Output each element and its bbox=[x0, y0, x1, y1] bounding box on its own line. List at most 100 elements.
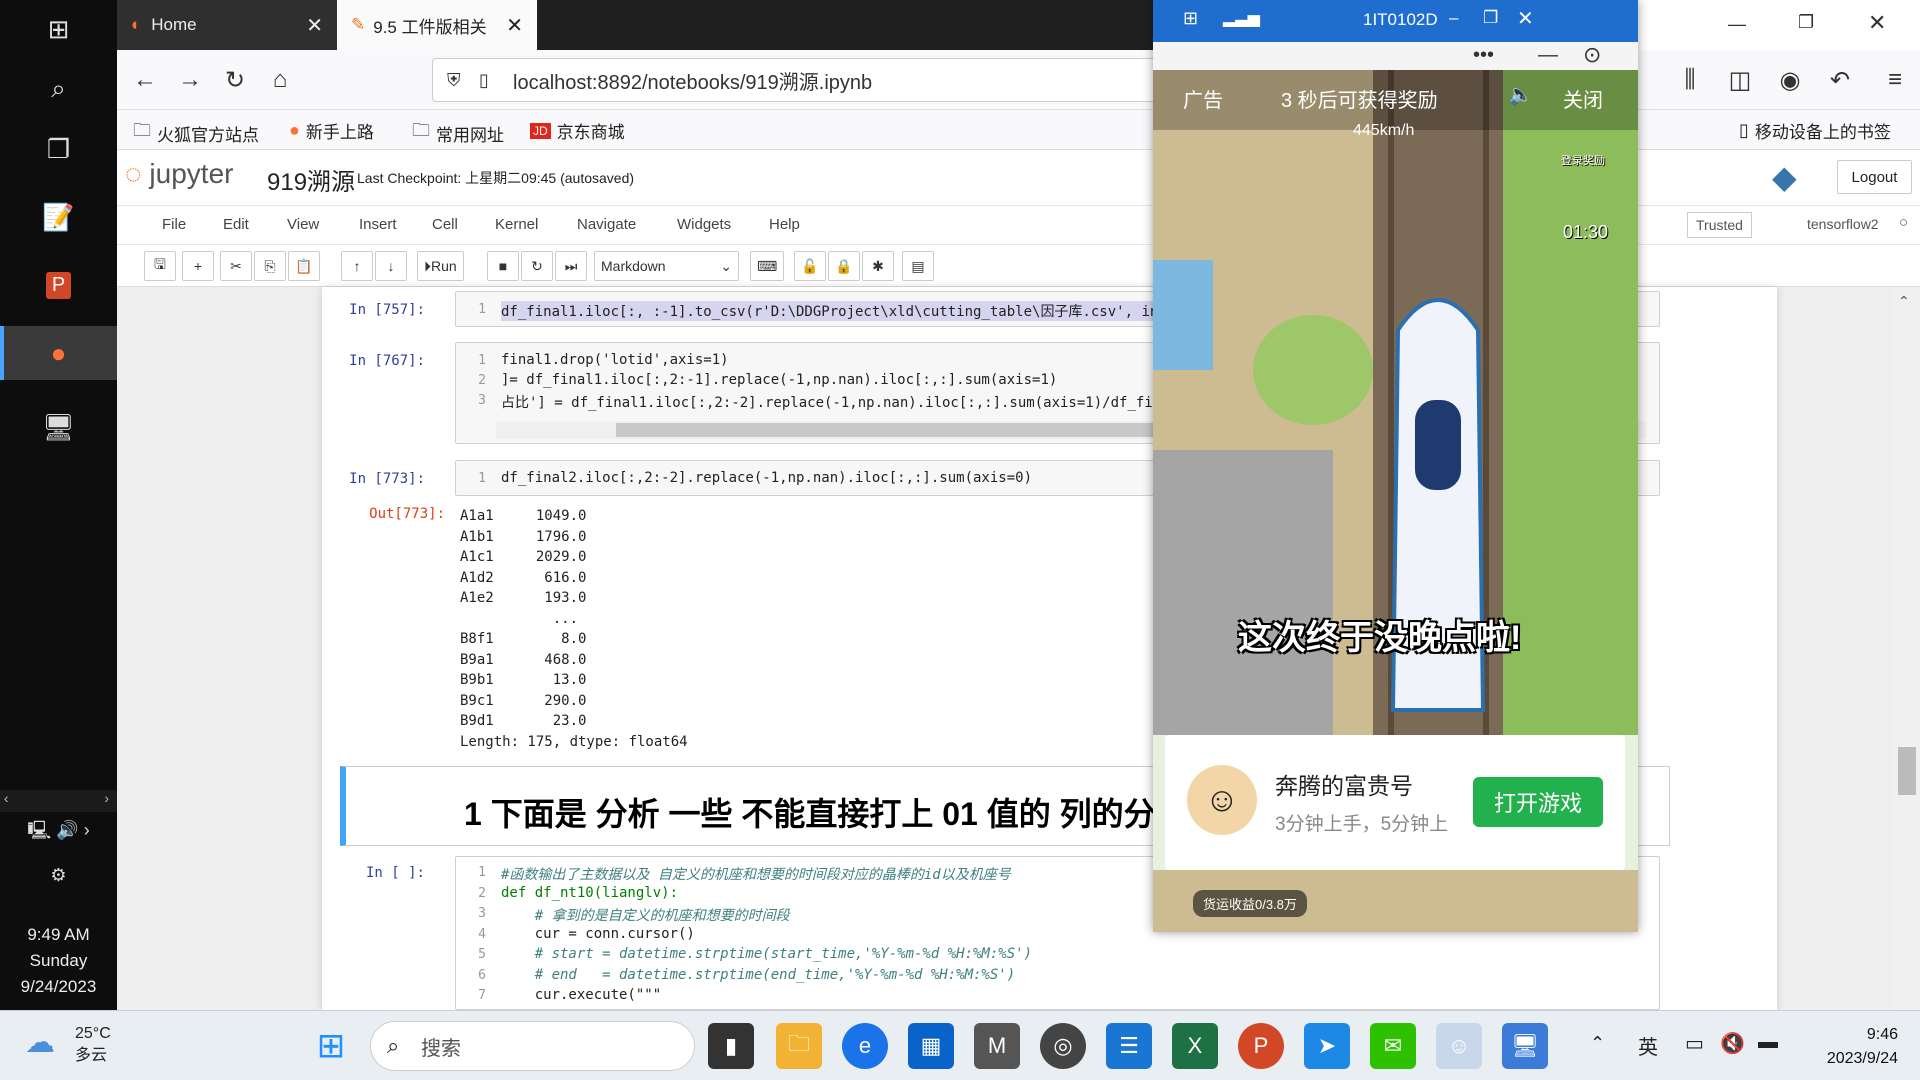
asterisk-icon[interactable]: ✱ bbox=[862, 251, 894, 281]
url-bar[interactable]: ⛨ ▯ localhost:8892/notebooks/919溯源.ipynb bbox=[432, 58, 1272, 102]
menu-help[interactable]: Help bbox=[769, 216, 800, 233]
account-icon[interactable]: ◉ bbox=[1772, 62, 1808, 98]
powerpoint-icon[interactable]: P bbox=[1238, 1023, 1284, 1069]
sidebar-icon[interactable]: ◫ bbox=[1722, 62, 1758, 98]
menu-cell[interactable]: Cell bbox=[432, 216, 458, 233]
edge-icon[interactable]: e bbox=[842, 1023, 888, 1069]
unlock-icon[interactable]: 🔓 bbox=[794, 251, 826, 281]
excel-icon[interactable]: X bbox=[1172, 1023, 1218, 1069]
save-icon[interactable]: 🖫 bbox=[144, 251, 176, 281]
move-up-icon[interactable]: ↑ bbox=[341, 251, 373, 281]
active-app-icon[interactable]: ☺ bbox=[1436, 1023, 1482, 1069]
menu-icon[interactable]: ≡ bbox=[1877, 62, 1913, 98]
volume-icon[interactable]: 🔇 bbox=[1720, 1031, 1745, 1056]
search-icon[interactable]: ⌕ bbox=[0, 62, 117, 116]
scroll-up-icon[interactable]: ⌃ bbox=[1898, 293, 1910, 310]
app-m-icon[interactable]: M bbox=[974, 1023, 1020, 1069]
wechat-icon[interactable]: ✉ bbox=[1370, 1023, 1416, 1069]
maximize-icon[interactable]: ⊞ bbox=[1183, 8, 1198, 29]
tab-notebook[interactable]: ✎ 9.5 工件版相关 ✕ bbox=[337, 0, 537, 50]
ad-card[interactable]: ☺ 奔腾的富贵号 3分钟上手，5分钟上 打开游戏 bbox=[1165, 735, 1625, 870]
windows-start-icon[interactable]: ⊞ bbox=[0, 2, 117, 56]
bookmark-item[interactable]: 🗀 火狐官方站点 bbox=[133, 118, 259, 148]
store-icon[interactable]: ▦ bbox=[908, 1023, 954, 1069]
run-button[interactable]: ⏵ Run bbox=[417, 251, 464, 281]
paste-icon[interactable]: 📋 bbox=[288, 251, 320, 281]
tray-clock[interactable]: 9:46 2023/9/24 bbox=[1827, 1023, 1898, 1071]
file-explorer-icon[interactable]: 🗀 bbox=[776, 1023, 822, 1069]
keyboard-icon[interactable]: ⌨ bbox=[750, 251, 785, 281]
tab-home[interactable]: ◐ Home ✕ bbox=[117, 0, 337, 50]
close-icon[interactable]: ✕ bbox=[1517, 6, 1534, 31]
notebook-title[interactable]: 919溯源 bbox=[267, 162, 355, 197]
bookmark-item[interactable]: 🗀 常用网址 bbox=[412, 118, 504, 148]
minimize-icon[interactable]: — bbox=[1538, 44, 1558, 67]
table-icon[interactable]: ▤ bbox=[902, 251, 934, 281]
app-circle-icon[interactable]: ◎ bbox=[1040, 1023, 1086, 1069]
powerpoint-icon[interactable]: P bbox=[0, 258, 117, 312]
stop-icon[interactable]: ■ bbox=[487, 251, 519, 281]
rail-scrollbar[interactable]: ‹ › bbox=[0, 790, 117, 812]
lock-icon[interactable]: 🔒 bbox=[828, 251, 860, 281]
windows-start-icon[interactable]: ⊞ bbox=[308, 1023, 354, 1069]
remote-desktop-icon[interactable]: 🖥 bbox=[1502, 1023, 1548, 1069]
task-view-icon[interactable]: ❐ bbox=[0, 122, 117, 176]
firefox-icon[interactable]: ● bbox=[0, 326, 117, 380]
weather-widget[interactable]: 25°C 多云 bbox=[75, 1023, 111, 1067]
close-icon[interactable]: ✕ bbox=[506, 13, 523, 38]
window-titlebar[interactable]: ⊞ ▂▃▅ 1IT0102D – ❐ ✕ bbox=[1153, 0, 1638, 42]
scrollbar-thumb[interactable] bbox=[1898, 747, 1916, 795]
reload-icon[interactable]: ↻ bbox=[217, 62, 253, 98]
bookmark-item[interactable]: ● 新手上路 bbox=[289, 118, 374, 143]
menu-insert[interactable]: Insert bbox=[359, 216, 397, 233]
fast-forward-icon[interactable]: ⏭ bbox=[555, 251, 587, 281]
forward-icon[interactable]: → bbox=[172, 62, 208, 98]
close-window-icon[interactable]: ✕ bbox=[1868, 10, 1886, 36]
menu-file[interactable]: File bbox=[162, 216, 186, 233]
home-icon[interactable]: ⌂ bbox=[262, 62, 298, 98]
trusted-indicator[interactable]: Trusted bbox=[1687, 212, 1752, 238]
notepad-icon[interactable]: 📝 bbox=[0, 190, 117, 244]
taskbar-search[interactable]: ⌕ 搜索 bbox=[370, 1021, 695, 1071]
network-icon[interactable]: ▭ bbox=[1685, 1031, 1704, 1056]
speaker-icon[interactable]: 🔈 bbox=[1508, 82, 1533, 107]
open-game-button[interactable]: 打开游戏 bbox=[1473, 777, 1603, 827]
ime-indicator[interactable]: 英 bbox=[1638, 1031, 1658, 1060]
logout-button[interactable]: Logout bbox=[1837, 160, 1912, 194]
restart-icon[interactable]: ↻ bbox=[521, 251, 553, 281]
tray-icons[interactable]: 🖳 🔊 › bbox=[0, 818, 117, 848]
feishu-icon[interactable]: ➤ bbox=[1304, 1023, 1350, 1069]
task-view-icon[interactable]: ▮ bbox=[708, 1023, 754, 1069]
copy-icon[interactable]: ⎘ bbox=[254, 251, 286, 281]
menu-navigate[interactable]: Navigate bbox=[577, 216, 636, 233]
jupyter-logo[interactable]: ◌ jupyter bbox=[125, 158, 233, 190]
ime-icon[interactable]: ⚙ bbox=[0, 855, 117, 895]
menu-kernel[interactable]: Kernel bbox=[495, 216, 538, 233]
insert-cell-icon[interactable]: + bbox=[182, 251, 214, 281]
menu-edit[interactable]: Edit bbox=[223, 216, 249, 233]
battery-icon[interactable]: ▬ bbox=[1758, 1031, 1778, 1054]
bookmark-item[interactable]: JD 京东商城 bbox=[530, 118, 625, 143]
close-icon[interactable]: ✕ bbox=[306, 13, 323, 38]
menu-view[interactable]: View bbox=[287, 216, 319, 233]
more-icon[interactable]: ••• bbox=[1473, 44, 1494, 67]
ad-label[interactable]: 广告 bbox=[1183, 84, 1223, 113]
undo-icon[interactable]: ↶ bbox=[1822, 62, 1858, 98]
library-icon[interactable]: ⫼ bbox=[1672, 62, 1708, 98]
cut-icon[interactable]: ✂ bbox=[220, 251, 252, 281]
restore-icon[interactable]: ❐ bbox=[1798, 12, 1814, 33]
chevron-up-icon[interactable]: ⌃ bbox=[1590, 1033, 1605, 1054]
record-icon[interactable]: ⊙ bbox=[1583, 42, 1601, 68]
mobile-bookmarks[interactable]: ▯ 移动设备上的书签 bbox=[1739, 118, 1891, 143]
move-down-icon[interactable]: ↓ bbox=[375, 251, 407, 281]
minimize-icon[interactable]: – bbox=[1449, 8, 1458, 28]
minimize-icon[interactable]: — bbox=[1728, 14, 1746, 35]
back-icon[interactable]: ← bbox=[127, 62, 163, 98]
cell-type-select[interactable]: Markdown ⌄ bbox=[594, 251, 739, 281]
page-scrollbar[interactable]: ⌃ bbox=[1894, 287, 1920, 1010]
remote-desktop-icon[interactable]: 🖥 bbox=[0, 400, 117, 454]
weather-icon[interactable]: ☁ bbox=[25, 1025, 55, 1060]
notepad-icon[interactable]: ☰ bbox=[1106, 1023, 1152, 1069]
ad-close[interactable]: 关闭 bbox=[1563, 84, 1603, 113]
menu-widgets[interactable]: Widgets bbox=[677, 216, 731, 233]
